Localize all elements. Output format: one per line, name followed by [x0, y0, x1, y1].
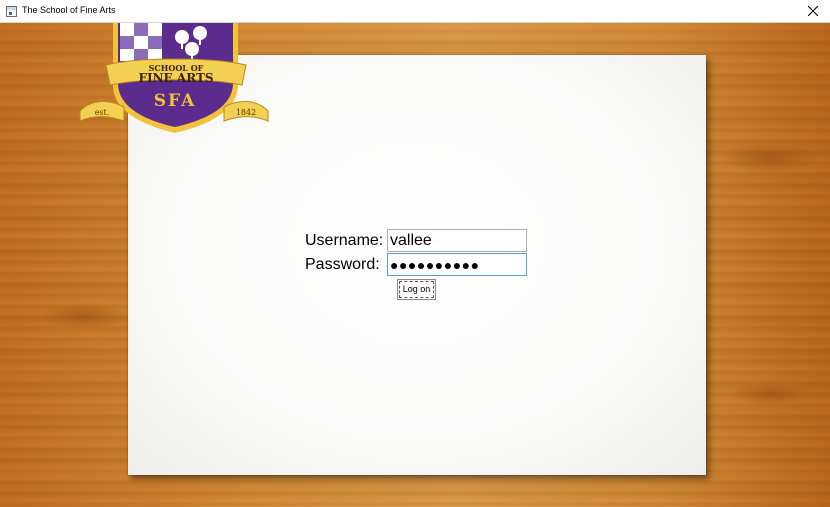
username-label: Username: — [305, 232, 384, 249]
username-input[interactable]: vallee — [387, 229, 527, 252]
crest-line2: FINE ARTS — [138, 71, 213, 85]
wood-grain — [40, 303, 130, 329]
log-on-button[interactable]: Log on — [397, 279, 436, 300]
wood-grain — [720, 143, 820, 173]
wood-grain — [730, 383, 810, 405]
close-icon — [808, 6, 818, 16]
password-input[interactable]: ●●●●●●●●●● — [387, 253, 527, 276]
school-crest-logo: est. 1842 SCHOOL OF FINE ARTS SFA — [79, 23, 269, 133]
window-title: The School of Fine Arts — [22, 5, 116, 15]
close-button[interactable] — [796, 0, 830, 23]
password-label: Password: — [305, 256, 380, 273]
crest-year: 1842 — [236, 108, 256, 117]
crest-est-label: est. — [95, 108, 110, 117]
window-app-icon[interactable] — [6, 6, 17, 17]
crest-initials: SFA — [154, 91, 197, 111]
title-bar: The School of Fine Arts — [0, 0, 830, 23]
